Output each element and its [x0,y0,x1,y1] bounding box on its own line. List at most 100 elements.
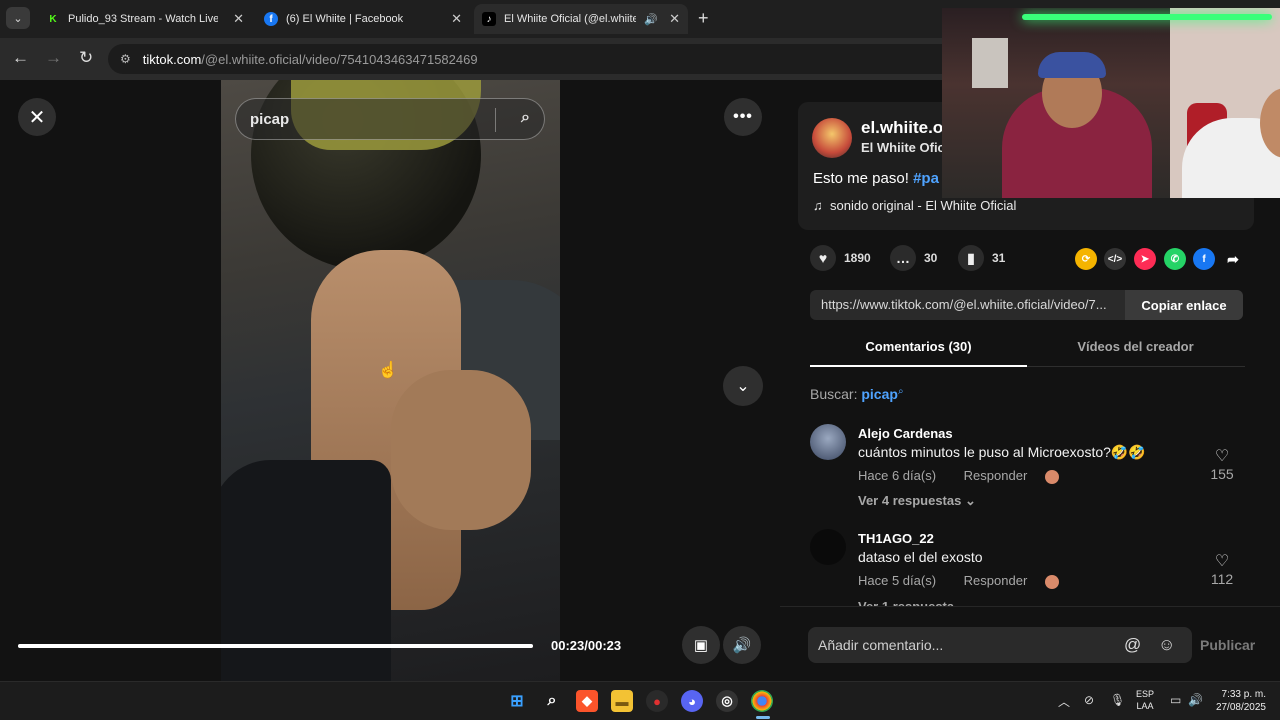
search-hint-query[interactable]: picap [861,386,898,402]
search-hint-label: Buscar: [810,386,862,402]
like-count: 1890 [844,251,871,265]
view-replies-button[interactable]: Ver 4 respuestas ⌄ [858,493,976,509]
reply-button[interactable]: Responder [964,468,1028,483]
comment-like-button[interactable]: ♡ 155 [1202,446,1242,482]
author-avatar[interactable] [812,118,852,158]
more-options-button[interactable]: ••• [724,98,762,136]
forward-icon[interactable]: → [45,48,62,68]
network-off-icon[interactable]: ⊘ [1084,693,1094,707]
site-info-icon[interactable]: ⚙ [120,52,131,66]
kick-icon: K [49,13,57,25]
author-username[interactable]: el.whiite.o [861,118,943,138]
share-link-text[interactable]: https://www.tiktok.com/@el.whiite.oficia… [821,297,1126,312]
video-scene-fingers [391,370,531,530]
recording-app-icon[interactable]: ● [646,690,668,712]
clock-time: 7:33 p. m. [1221,689,1266,700]
commenter-avatar[interactable] [810,529,846,565]
like-button[interactable]: ♥ 1890 [810,245,871,271]
mention-icon[interactable]: @ [1124,635,1141,655]
comment-meta: Hace 6 día(s) Responder [858,468,1059,484]
search-icon[interactable]: ⌕ [521,109,530,127]
save-count: 31 [992,251,1006,265]
caption-hashtag[interactable]: #pa [913,170,939,187]
embed-icon[interactable]: </> [1104,248,1126,270]
tab-tiktok[interactable]: ♪ El Whiite Oficial (@el.whiite.oficial)… [474,4,688,34]
commenter-name[interactable]: Alejo Cardenas [858,426,953,441]
comment-count: 30 [924,251,938,265]
comment-text: cuántos minutos le puso al Microexosto?🤣… [858,444,1146,460]
close-video-button[interactable]: ✕ [18,98,56,136]
author-nickname: El Whiite Ofici [861,140,949,155]
discord-icon[interactable]: ◕ [681,690,703,712]
reply-button[interactable]: Responder [964,573,1028,588]
facebook-share-icon[interactable]: f [1193,248,1215,270]
add-comment-input[interactable]: Añadir comentario... @ ☺ [808,627,1192,663]
post-comment-button[interactable]: Publicar [1200,637,1255,653]
volume-button[interactable]: 🔊 [723,626,761,664]
video-player-area: ✕ picap ⌕ ••• ⌄ ☝ 00:23/00:23 ▣ 🔊 [0,80,780,681]
whatsapp-icon[interactable]: ✆ [1164,248,1186,270]
tab-title: (6) El Whiite | Facebook [286,13,404,25]
comment-icon: … [890,245,916,271]
video-frame[interactable] [221,80,560,681]
comment-text: dataso el del exosto [858,549,983,565]
commenter-avatar[interactable] [810,424,846,460]
close-icon: ✕ [28,106,46,129]
caption-text: Esto me paso! [813,170,914,187]
webcam-overlay [942,8,1280,198]
share-arrow-icon[interactable]: ➦ [1222,248,1244,270]
tab-comments[interactable]: Comentarios (30) [810,339,1027,354]
video-search-input[interactable]: picap ⌕ [235,98,545,140]
url-host: tiktok.com [142,51,202,67]
send-icon[interactable]: ➤ [1134,248,1156,270]
system-clock[interactable]: 7:33 p. m. 27/08/2025 [1212,688,1266,714]
reload-icon[interactable]: ↻ [79,48,93,68]
heart-icon: ♥ [810,245,836,271]
microphone-icon[interactable]: 🎙 [1110,693,1125,707]
tab-list-button[interactable]: ⌄ [6,7,30,29]
emoji-icon[interactable]: ☺ [1158,635,1175,655]
active-app-indicator [756,716,770,719]
display-icon[interactable]: ▭ [1170,693,1181,707]
tab-title: El Whiite Oficial (@el.whiite.oficial) [504,13,636,25]
tab-creator-videos[interactable]: Vídeos del creador [1027,339,1244,354]
video-progress-bar[interactable] [18,644,533,648]
sound-link[interactable]: ♫ sonido original - El Whiite Oficial [813,198,1016,213]
copy-link-button[interactable]: Copiar enlace [1125,290,1243,320]
address-bar[interactable]: ⚙ tiktok.com/@el.whiite.oficial/video/75… [108,44,1008,74]
chrome-icon[interactable] [751,690,773,712]
floating-player-button[interactable]: ▣ [682,626,720,664]
language-indicator[interactable]: ESP LAA [1136,688,1154,712]
close-icon[interactable]: ✕ [669,11,680,27]
search-icon[interactable]: ⌕ [541,690,563,712]
tab-kick-stream[interactable]: K Pulido_93 Stream - Watch Live on Kick … [38,4,252,34]
heart-outline-icon: ♡ [1214,448,1230,465]
creator-liked-avatar [1044,469,1059,484]
comment-like-button[interactable]: ♡ 112 [1202,551,1242,587]
brave-browser-icon[interactable]: ◆ [576,690,598,712]
speaker-icon[interactable]: 🔊 [1188,693,1203,707]
chevron-up-icon[interactable]: ︿ [1058,693,1070,710]
webcam-cabinet [972,38,1008,88]
video-time: 00:23/00:23 [551,638,622,653]
file-explorer-icon[interactable]: ▬ [611,690,633,712]
close-icon[interactable]: ✕ [451,11,462,27]
new-tab-button[interactable]: + [698,8,709,29]
close-icon[interactable]: ✕ [233,11,244,27]
search-value: picap [250,110,290,128]
keyboard-layout: LAA [1136,701,1154,711]
comment-time: Hace 5 día(s) [858,573,937,588]
tab-facebook[interactable]: f (6) El Whiite | Facebook ✕ [256,4,470,34]
creator-liked-avatar [1044,574,1059,589]
comment-button[interactable]: … 30 [890,245,937,271]
commenter-name[interactable]: TH1AGO_22 [858,531,934,546]
audio-playing-icon[interactable]: 🔊 [644,13,658,26]
back-icon[interactable]: ← [12,48,29,68]
comment-meta: Hace 5 día(s) Responder [858,573,1059,589]
windows-start-icon[interactable]: ⊞ [506,690,528,712]
next-video-button[interactable]: ⌄ [723,366,763,406]
save-button[interactable]: ▮ 31 [958,245,1005,271]
repost-icon[interactable]: ⟳ [1075,248,1097,270]
picture-in-picture-icon: ▣ [693,637,709,654]
obs-icon[interactable]: ◎ [716,690,738,712]
